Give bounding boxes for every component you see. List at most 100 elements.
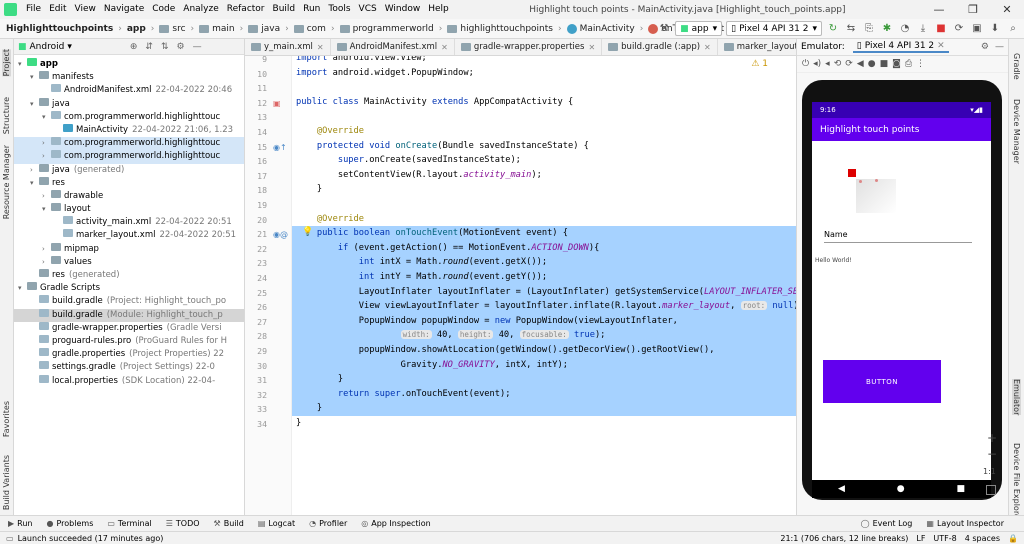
power-icon[interactable]: ⏻ bbox=[802, 59, 809, 69]
search-icon[interactable]: ⌕ bbox=[1006, 22, 1020, 36]
emulator-device-tab[interactable]: ▯ Pixel 4 API 31 2 ✕ bbox=[852, 41, 949, 53]
code-line[interactable]: return super.onTouchEvent(event); bbox=[296, 387, 511, 402]
project-tree-item[interactable]: build.gradle (Module: Highlight_touch_p bbox=[14, 308, 244, 322]
menu-item-code[interactable]: Code bbox=[148, 0, 179, 19]
project-tree-item[interactable]: ▾ res bbox=[14, 176, 244, 190]
project-tree-item[interactable]: › mipmap bbox=[14, 242, 244, 256]
status-message[interactable]: Launch succeeded (17 minutes ago) bbox=[18, 534, 164, 543]
tool-window-logcat[interactable]: ▤ Logcat bbox=[258, 519, 295, 528]
hide-icon[interactable]: — bbox=[995, 42, 1004, 52]
hide-icon[interactable]: — bbox=[193, 42, 202, 52]
lightbulb-icon[interactable]: 💡 bbox=[302, 227, 313, 237]
code-line[interactable]: public class MainActivity extends AppCom… bbox=[296, 95, 573, 110]
editor-tab[interactable]: marker_layout.xml✕ bbox=[718, 39, 796, 55]
menu-item-tools[interactable]: Tools bbox=[324, 0, 354, 19]
code-line[interactable]: width: 40, height: 40, focusable: true); bbox=[296, 328, 605, 343]
caret-position[interactable]: 21:1 (706 chars, 12 line breaks) bbox=[780, 534, 908, 543]
favorites-tool-tab[interactable]: Favorites bbox=[2, 401, 11, 437]
chevron-icon[interactable]: ▾ bbox=[30, 71, 39, 84]
resource-manager-tool-tab[interactable]: Resource Manager bbox=[2, 145, 11, 219]
device-manager-tool-tab[interactable]: Device Manager bbox=[1012, 99, 1021, 164]
project-tree-item[interactable]: › drawable bbox=[14, 189, 244, 203]
gear-icon[interactable]: ⚙ bbox=[981, 42, 989, 52]
breadcrumb-item[interactable]: src bbox=[159, 24, 186, 34]
expand-all-icon[interactable]: ⇅ bbox=[161, 42, 169, 52]
project-tree-item[interactable]: MainActivity 22-04-2022 21:06, 1.23 bbox=[14, 123, 244, 137]
collapse-all-icon[interactable]: ⇵ bbox=[145, 42, 153, 52]
chevron-icon[interactable]: › bbox=[42, 137, 51, 150]
editor-tab[interactable]: gradle-wrapper.properties ✕ bbox=[455, 39, 603, 55]
project-tool-tab[interactable]: Project bbox=[2, 49, 11, 77]
close-icon[interactable]: ✕ bbox=[704, 43, 711, 52]
overview-icon[interactable]: ■ bbox=[957, 484, 966, 494]
hammer-icon[interactable]: ⚒ bbox=[657, 22, 671, 36]
menu-item-navigate[interactable]: Navigate bbox=[100, 0, 148, 19]
menu-item-help[interactable]: Help bbox=[424, 0, 453, 19]
project-tree-item[interactable]: ▾ manifests bbox=[14, 71, 244, 84]
indent-setting[interactable]: 4 spaces bbox=[965, 534, 1000, 543]
breadcrumb-item[interactable]: highlighttouchpoints bbox=[447, 24, 553, 34]
code-line[interactable]: } bbox=[296, 416, 301, 431]
chevron-icon[interactable]: › bbox=[42, 190, 51, 203]
project-tree-item[interactable]: ▾ Gradle Scripts bbox=[14, 282, 244, 295]
volume-down-icon[interactable]: ◂ bbox=[825, 59, 830, 69]
project-tree-item[interactable]: marker_layout.xml 22-04-2022 20:51 bbox=[14, 229, 244, 242]
project-view-mode-select[interactable]: Android bbox=[30, 42, 65, 52]
code-line[interactable]: import android.widget.PopupWindow; bbox=[296, 66, 474, 81]
menu-item-refactor[interactable]: Refactor bbox=[223, 0, 269, 19]
chevron-icon[interactable]: › bbox=[30, 164, 39, 177]
gradle-tool-tab[interactable]: Gradle bbox=[1012, 53, 1021, 80]
structure-tool-tab[interactable]: Structure bbox=[2, 97, 11, 134]
project-tree-item[interactable]: activity_main.xml 22-04-2022 20:51 bbox=[14, 216, 244, 229]
rotate-right-icon[interactable]: ⟳ bbox=[845, 59, 853, 69]
code-line[interactable]: import android.view.View; bbox=[296, 56, 427, 66]
chevron-icon[interactable]: ▾ bbox=[30, 177, 39, 190]
emulator-tool-tab[interactable]: Emulator bbox=[1012, 379, 1021, 416]
code-line[interactable]: @Override bbox=[296, 212, 364, 227]
editor-tab[interactable]: y_main.xml ✕ bbox=[245, 39, 331, 55]
code-line[interactable]: View viewLayoutInflater = layoutInflater… bbox=[296, 299, 796, 314]
code-line[interactable]: protected void onCreate(Bundle savedInst… bbox=[296, 139, 589, 154]
code-area[interactable]: import android.view.View; import android.… bbox=[292, 56, 796, 515]
code-line[interactable]: } bbox=[296, 372, 343, 387]
phone-screen[interactable]: 9:16 ▾◢▮ Highlight touch points Name Hel… bbox=[812, 102, 991, 480]
menu-item-run[interactable]: Run bbox=[299, 0, 324, 19]
project-tree-item[interactable]: ▾ com.programmerworld.highlighttouc bbox=[14, 110, 244, 124]
home-icon[interactable]: ● bbox=[868, 59, 876, 69]
back-icon[interactable]: ◀ bbox=[857, 59, 864, 69]
chevron-icon[interactable]: ▾ bbox=[42, 203, 51, 216]
code-line[interactable]: if (event.getAction() == MotionEvent.ACT… bbox=[296, 241, 600, 256]
run-config-select[interactable]: ■ app ▾ bbox=[675, 21, 723, 36]
breadcrumb-item[interactable]: app bbox=[127, 24, 146, 34]
code-line[interactable]: Gravity.NO_GRAVITY, intX, intY); bbox=[296, 358, 568, 373]
zoom-ratio-button[interactable]: 1:1 bbox=[983, 467, 996, 476]
chevron-icon[interactable]: › bbox=[42, 243, 51, 256]
zoom-in-button[interactable]: + bbox=[985, 431, 999, 447]
project-tree-item[interactable]: proguard-rules.pro (ProGuard Rules for H bbox=[14, 334, 244, 348]
back-icon[interactable]: ◀ bbox=[838, 484, 845, 494]
project-tree-item[interactable]: AndroidManifest.xml 22-04-2022 20:46 bbox=[14, 84, 244, 97]
menu-item-edit[interactable]: Edit bbox=[45, 0, 70, 19]
sync-icon[interactable]: ⟳ bbox=[952, 22, 966, 36]
code-line[interactable]: int intY = Math.round(event.getY()); bbox=[296, 270, 547, 285]
chevron-icon[interactable]: › bbox=[42, 150, 51, 163]
tool-window-build[interactable]: ⚒ Build bbox=[214, 519, 244, 528]
close-icon[interactable]: ✕ bbox=[937, 41, 945, 51]
override-gutter-icon[interactable]: ◉↑ bbox=[273, 143, 287, 152]
editor-tab[interactable]: build.gradle (:app) ✕ bbox=[602, 39, 718, 55]
snapshot-icon[interactable]: ⎙ bbox=[905, 59, 912, 69]
zoom-out-button[interactable]: − bbox=[985, 447, 999, 463]
tool-window-terminal[interactable]: ▭ Terminal bbox=[107, 519, 151, 528]
menu-item-build[interactable]: Build bbox=[269, 0, 300, 19]
chevron-icon[interactable]: ▾ bbox=[18, 282, 27, 295]
screenshot-icon[interactable]: ◙ bbox=[892, 59, 901, 69]
build-variants-tool-tab[interactable]: Build Variants bbox=[2, 455, 11, 510]
project-tree-item[interactable]: › values bbox=[14, 255, 244, 269]
project-tree-item[interactable]: gradle.properties (Project Properties) 22 bbox=[14, 348, 244, 361]
tool-window-app-inspection[interactable]: ◎ App Inspection bbox=[361, 519, 430, 528]
menu-item-vcs[interactable]: VCS bbox=[355, 0, 381, 19]
apply-changes-icon[interactable]: ⇆ bbox=[844, 22, 858, 36]
code-line[interactable]: setContentView(R.layout.activity_main); bbox=[296, 168, 542, 183]
sdk-manager-icon[interactable]: ⬇ bbox=[988, 22, 1002, 36]
home-icon[interactable]: ● bbox=[897, 484, 905, 494]
